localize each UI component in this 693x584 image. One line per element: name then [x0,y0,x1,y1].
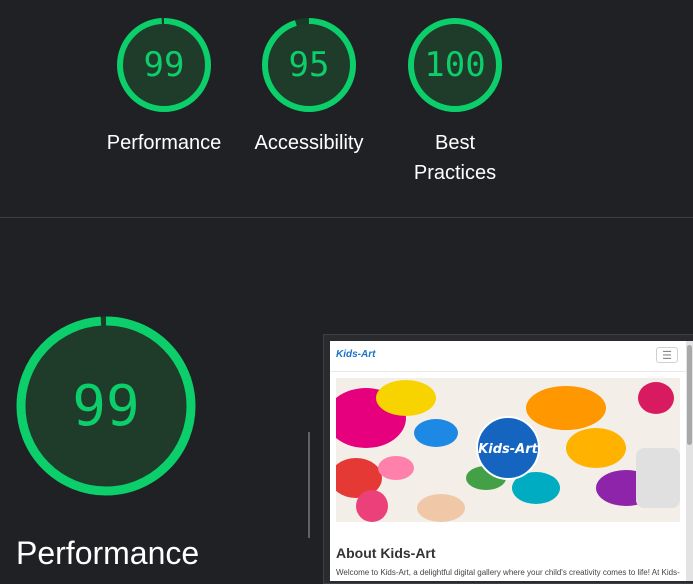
gauge-label-performance: Performance [94,128,234,158]
label-line: Performance [106,132,222,154]
thumb-brand: Kids-Art [336,349,376,360]
gauge-score: 95 [288,45,330,85]
final-screenshot[interactable]: Kids-Art ☰ Kids-Art About Kids-Art Welco… [330,341,686,581]
thumb-scrollbar-handle[interactable] [687,345,692,445]
section-divider [0,217,693,218]
label-line: Accessibility [254,132,364,154]
thumb-navbar: Kids-Art ☰ [330,341,686,372]
gauge-label-best-practices: Best Practices [385,128,525,188]
gauge-best-practices[interactable]: 100 [407,17,503,113]
thumb-paragraph: Welcome to Kids-Art, a delightful digita… [336,568,680,577]
label-line: Best [434,132,476,154]
label-line: Practices [413,162,497,184]
hero-image: Kids-Art [336,378,680,522]
gauge-performance[interactable]: 99 [116,17,212,113]
gauge-score: 99 [72,373,140,439]
category-title: Performance [16,535,200,571]
hero-logo: Kids-Art [478,442,538,457]
gauge-performance-large: 99 [15,315,197,497]
gauge-score: 100 [424,45,486,85]
vertical-separator [308,432,310,538]
gauge-label-accessibility: Accessibility [239,128,379,158]
hamburger-icon: ☰ [656,347,678,363]
gauge-accessibility[interactable]: 95 [261,17,357,113]
thumb-heading: About Kids-Art [336,545,436,561]
gauge-score: 99 [143,45,185,85]
